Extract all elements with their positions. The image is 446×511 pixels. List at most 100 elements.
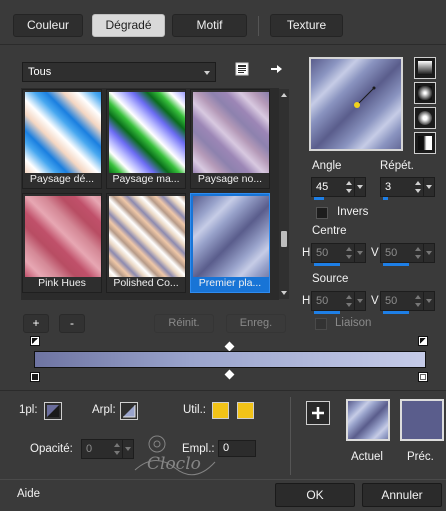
repeat-label: Répét. [380, 160, 414, 172]
use-label: Util.: [183, 404, 206, 416]
center-h-label: H [302, 247, 311, 259]
source-v-spin-arrows[interactable] [413, 292, 423, 310]
gradient-item[interactable]: Paysage ma... [106, 89, 186, 189]
background-button[interactable] [120, 402, 138, 420]
center-label: Centre [312, 225, 347, 237]
source-h-slider[interactable] [314, 311, 340, 314]
center-h-slider[interactable] [314, 263, 340, 266]
tab-motif[interactable]: Motif [172, 14, 247, 37]
gradient-label: Pink Hues [38, 277, 86, 289]
cancel-button[interactable]: Annuler [362, 483, 442, 507]
sunburst-style-icon [418, 136, 432, 150]
current-label: Actuel [351, 451, 383, 463]
first-plane-button[interactable] [44, 402, 62, 420]
source-v-field[interactable]: 50 [380, 291, 435, 314]
opacity-value: 0 [86, 443, 93, 455]
tab-divider [0, 44, 446, 45]
gradient-editor-bar[interactable] [34, 351, 426, 368]
linear-style-button[interactable] [414, 57, 436, 79]
ok-button[interactable]: OK [275, 483, 355, 507]
gradient-menu-icon[interactable] [235, 62, 249, 76]
source-h-field[interactable]: 50 [311, 291, 366, 314]
center-h-spin-arrows[interactable] [344, 244, 354, 262]
start-marker-top[interactable] [30, 336, 40, 346]
rectangular-style-button[interactable] [414, 82, 436, 104]
opacity-spin-arrows[interactable] [112, 440, 122, 458]
gradient-item[interactable]: Polished Co... [106, 193, 186, 293]
midpoint-diamond-top[interactable] [224, 341, 235, 352]
repeat-field[interactable]: 3 [380, 177, 435, 200]
use-color-swatch-1[interactable] [212, 402, 229, 419]
invert-label: Invers [337, 206, 369, 218]
scrollbar-thumb[interactable] [281, 231, 287, 247]
scroll-up-icon[interactable] [281, 93, 287, 97]
sunburst-style-button[interactable] [414, 132, 436, 154]
angle-slider[interactable] [314, 197, 324, 200]
center-v-spin-arrows[interactable] [413, 244, 423, 262]
previous-swatch[interactable] [400, 399, 444, 441]
angle-dropdown[interactable] [354, 178, 365, 196]
watermark: Cloclo [125, 432, 220, 482]
midpoint-diamond-bottom[interactable] [224, 369, 235, 380]
center-v-slider[interactable] [383, 263, 409, 266]
gradient-label: Polished Co... [113, 277, 179, 289]
gradient-item[interactable]: Paysage dé... [22, 89, 102, 189]
gradient-preview [109, 196, 185, 277]
arrow-right-icon[interactable] [270, 62, 284, 76]
repeat-value: 3 [385, 181, 392, 193]
source-v-value: 50 [385, 295, 398, 307]
reset-button[interactable]: Réinit. [154, 314, 214, 333]
gallery-scrollbar[interactable] [279, 89, 289, 299]
center-h-dropdown[interactable] [354, 244, 365, 262]
source-h-spin-arrows[interactable] [344, 292, 354, 310]
watermark-text: Cloclo [147, 454, 201, 474]
angle-spin-arrows[interactable] [344, 178, 354, 196]
angle-value: 45 [316, 181, 329, 193]
source-h-dropdown[interactable] [354, 292, 365, 310]
gradient-item[interactable]: Paysage no... [190, 89, 270, 189]
gradient-item-selected[interactable]: Premier pla... [190, 193, 270, 293]
footer-divider [0, 479, 446, 480]
angle-field[interactable]: 45 [311, 177, 366, 200]
invert-checkbox[interactable] [316, 207, 328, 219]
location-value: 0 [223, 442, 230, 454]
gradient-preview [193, 92, 269, 173]
repeat-dropdown[interactable] [423, 178, 434, 196]
remove-gradient-button[interactable]: - [59, 314, 85, 333]
start-marker-bottom[interactable] [30, 372, 40, 382]
source-v-dropdown[interactable] [423, 292, 434, 310]
center-h-value: 50 [316, 247, 329, 259]
end-marker-top[interactable] [418, 336, 428, 346]
save-button[interactable]: Enreg. [226, 314, 286, 333]
gradient-item[interactable]: Pink Hues [22, 193, 102, 293]
repeat-slider[interactable] [383, 197, 388, 200]
center-h-field[interactable]: 50 [311, 243, 366, 266]
center-v-dropdown[interactable] [423, 244, 434, 262]
add-swatch-button[interactable] [306, 401, 330, 425]
radial-style-button[interactable] [414, 107, 436, 129]
source-v-slider[interactable] [383, 311, 409, 314]
editor-divider [0, 390, 446, 391]
use-color-swatch-2[interactable] [237, 402, 254, 419]
tab-couleur[interactable]: Couleur [13, 14, 83, 37]
plus-icon [312, 407, 324, 419]
source-v-label: V [371, 295, 379, 307]
category-select[interactable]: Tous [22, 62, 216, 82]
linear-style-icon [418, 61, 432, 75]
repeat-spin-arrows[interactable] [413, 178, 423, 196]
center-v-field[interactable]: 50 [380, 243, 435, 266]
gradient-label: Paysage ma... [112, 173, 180, 185]
scroll-down-icon[interactable] [281, 291, 287, 295]
gradient-angle-handle[interactable] [311, 59, 401, 149]
first-plane-label: 1pl: [19, 404, 38, 416]
current-swatch[interactable] [346, 399, 390, 441]
location-field[interactable]: 0 [218, 440, 256, 457]
link-checkbox[interactable] [315, 318, 327, 330]
source-h-value: 50 [316, 295, 329, 307]
end-marker-bottom[interactable] [418, 372, 428, 382]
gradient-preview-large[interactable] [309, 57, 403, 151]
help-label[interactable]: Aide [17, 488, 40, 500]
tab-texture[interactable]: Texture [270, 14, 343, 37]
add-gradient-button[interactable]: + [23, 314, 49, 333]
tab-degrade[interactable]: Dégradé [92, 14, 165, 37]
